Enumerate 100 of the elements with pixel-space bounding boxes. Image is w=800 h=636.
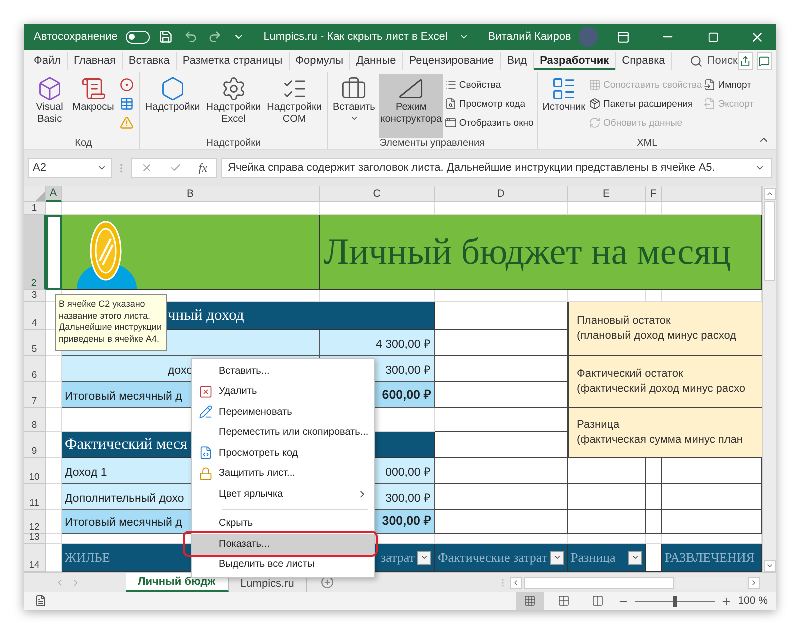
ribbon-small-button[interactable]: Пакеты расширения: [589, 95, 702, 113]
comments-button[interactable]: [757, 52, 772, 70]
hexagon-icon: [160, 76, 186, 102]
ribbon-button[interactable]: Надстройки: [143, 74, 202, 138]
import-icon: [704, 79, 716, 91]
cell-text: 300,00 ₽: [382, 513, 431, 529]
menu-item[interactable]: Вставить...: [192, 361, 374, 382]
zoom-in-icon[interactable]: [721, 596, 732, 606]
column-header[interactable]: A: [46, 186, 62, 202]
ribbon-small-button[interactable]: Просмотр кода: [445, 95, 534, 113]
scroll-thumb[interactable]: [524, 576, 674, 588]
row-header[interactable]: 11: [24, 484, 46, 510]
ribbon-button[interactable]: Надстройки COM: [265, 74, 324, 138]
ribbon-button[interactable]: Visual Basic: [31, 74, 69, 138]
summary-note: (фактический доход минус расхо: [577, 383, 747, 395]
column-header[interactable]: E: [568, 186, 646, 202]
group-label: Код: [74, 138, 94, 151]
ribbon-button[interactable]: Макросы: [70, 74, 116, 138]
ribbon-small-button[interactable]: Отобразить окно: [445, 114, 534, 132]
filter-button[interactable]: [550, 550, 564, 564]
ribbon-tab[interactable]: Разметка страницы: [176, 52, 290, 70]
row-header[interactable]: 3: [24, 290, 46, 302]
name-box[interactable]: A2: [28, 158, 112, 178]
ribbon-button[interactable]: Источник: [540, 74, 588, 138]
scroll-left-icon[interactable]: [510, 576, 522, 588]
menu-item[interactable]: Скрыть: [192, 514, 374, 534]
document-icon: [80, 76, 107, 102]
ribbon-tab[interactable]: Разработчик: [534, 52, 616, 70]
scroll-thumb[interactable]: [764, 201, 775, 281]
summary-note: (фактическая сумма минус план: [577, 434, 744, 446]
menu-item[interactable]: Защитить лист...: [192, 464, 374, 484]
menu-item[interactable]: Показать...: [192, 534, 374, 554]
row-header[interactable]: 5: [24, 330, 46, 356]
row-header[interactable]: 13: [24, 534, 46, 544]
refresh-icon: [589, 117, 602, 129]
row-header[interactable]: 6: [24, 356, 46, 382]
menu-item[interactable]: Переименовать: [192, 402, 374, 422]
filter-button[interactable]: [628, 550, 642, 564]
scroll-up-icon[interactable]: [764, 188, 776, 200]
normal-view-icon[interactable]: [516, 592, 544, 610]
ribbon-tab[interactable]: Файл: [28, 52, 68, 70]
menu-item[interactable]: Просмотреть код: [192, 443, 374, 464]
row-header[interactable]: 9: [24, 432, 46, 458]
row-header[interactable]: 12: [24, 510, 46, 534]
formula-field[interactable]: Ячейка справа содержит заголовок листа. Дальнейшие инструкции представлены в ячейке A5.: [221, 158, 772, 178]
row-header[interactable]: 14: [24, 544, 46, 572]
search-field[interactable]: Поиск: [707, 55, 738, 67]
insert-function-button[interactable]: fx: [198, 160, 208, 176]
ribbon-tab[interactable]: Рецензирование: [403, 52, 502, 70]
share-button[interactable]: [738, 52, 753, 70]
row-header[interactable]: 4: [24, 302, 46, 330]
section-title: чный доход: [168, 306, 244, 324]
column-header[interactable]: D: [435, 186, 568, 202]
ribbon-button[interactable]: Режим конструктора: [379, 74, 444, 138]
row-header[interactable]: 8: [24, 408, 46, 432]
row-header[interactable]: 2: [24, 215, 46, 290]
summary-title: Фактический остаток: [577, 368, 684, 380]
cancel-icon[interactable]: [140, 162, 153, 174]
summary-note: (плановый доход минус расход: [577, 330, 738, 342]
cell-text: Дополнительный дохо: [65, 493, 184, 505]
menu-item[interactable]: Цвет ярлычка: [192, 484, 374, 504]
ribbon-tab[interactable]: Справка: [616, 52, 672, 70]
section-title: Фактический меся: [65, 436, 188, 454]
vertical-scrollbar[interactable]: [762, 186, 776, 572]
ribbon-small-button[interactable]: Импорт: [704, 76, 754, 94]
scroll-right-icon[interactable]: [748, 576, 760, 588]
ribbon-tab[interactable]: Вид: [501, 52, 534, 70]
ribbon-button[interactable]: Вставить: [331, 74, 378, 138]
column-header[interactable]: F: [646, 186, 662, 202]
menu-item[interactable]: Выделить все листы: [192, 554, 374, 575]
column-header[interactable]: C: [320, 186, 435, 202]
ribbon-tab[interactable]: Вставка: [122, 52, 177, 70]
source-panel-icon: [551, 76, 578, 102]
sheet-tab[interactable]: Личный бюдж: [126, 573, 229, 592]
autosave-toggle[interactable]: [126, 30, 150, 44]
menu-item[interactable]: Удалить: [192, 382, 374, 402]
menu-item[interactable]: Переместить или скопировать...: [192, 422, 374, 443]
column-title: Разница: [571, 550, 616, 566]
ribbon-tab[interactable]: Формулы: [290, 52, 350, 70]
row-header[interactable]: 10: [24, 458, 46, 484]
cell-text: 000,00 ₽: [386, 466, 431, 479]
group-label: XML: [636, 138, 659, 151]
column-header[interactable]: B: [62, 186, 320, 202]
row-header[interactable]: 1: [24, 202, 46, 215]
zoom-thumb[interactable]: [673, 596, 678, 606]
record-macro-icon[interactable]: [118, 76, 136, 94]
enter-icon[interactable]: [170, 162, 182, 174]
filter-button[interactable]: [417, 550, 431, 564]
column-title: затрат: [380, 550, 415, 566]
row-header[interactable]: 7: [24, 382, 46, 408]
ribbon-tab[interactable]: Главная: [68, 52, 123, 70]
ribbon-button[interactable]: Надстройки Excel: [204, 74, 264, 138]
ribbon-small-button[interactable]: Свойства: [445, 76, 534, 94]
scroll-down-icon[interactable]: [764, 560, 776, 572]
delete-table-icon: [199, 384, 213, 399]
warning-icon[interactable]: [118, 114, 136, 132]
cell-text: Итоговый месячный д: [65, 517, 182, 529]
ribbon-tab[interactable]: Данные: [350, 52, 404, 70]
comment-tooltip: В ячейке C2 указано название этого листа. Дальнейшие инструкции приведены в ячейке A4.: [55, 294, 167, 351]
save-icon[interactable]: [158, 28, 174, 46]
